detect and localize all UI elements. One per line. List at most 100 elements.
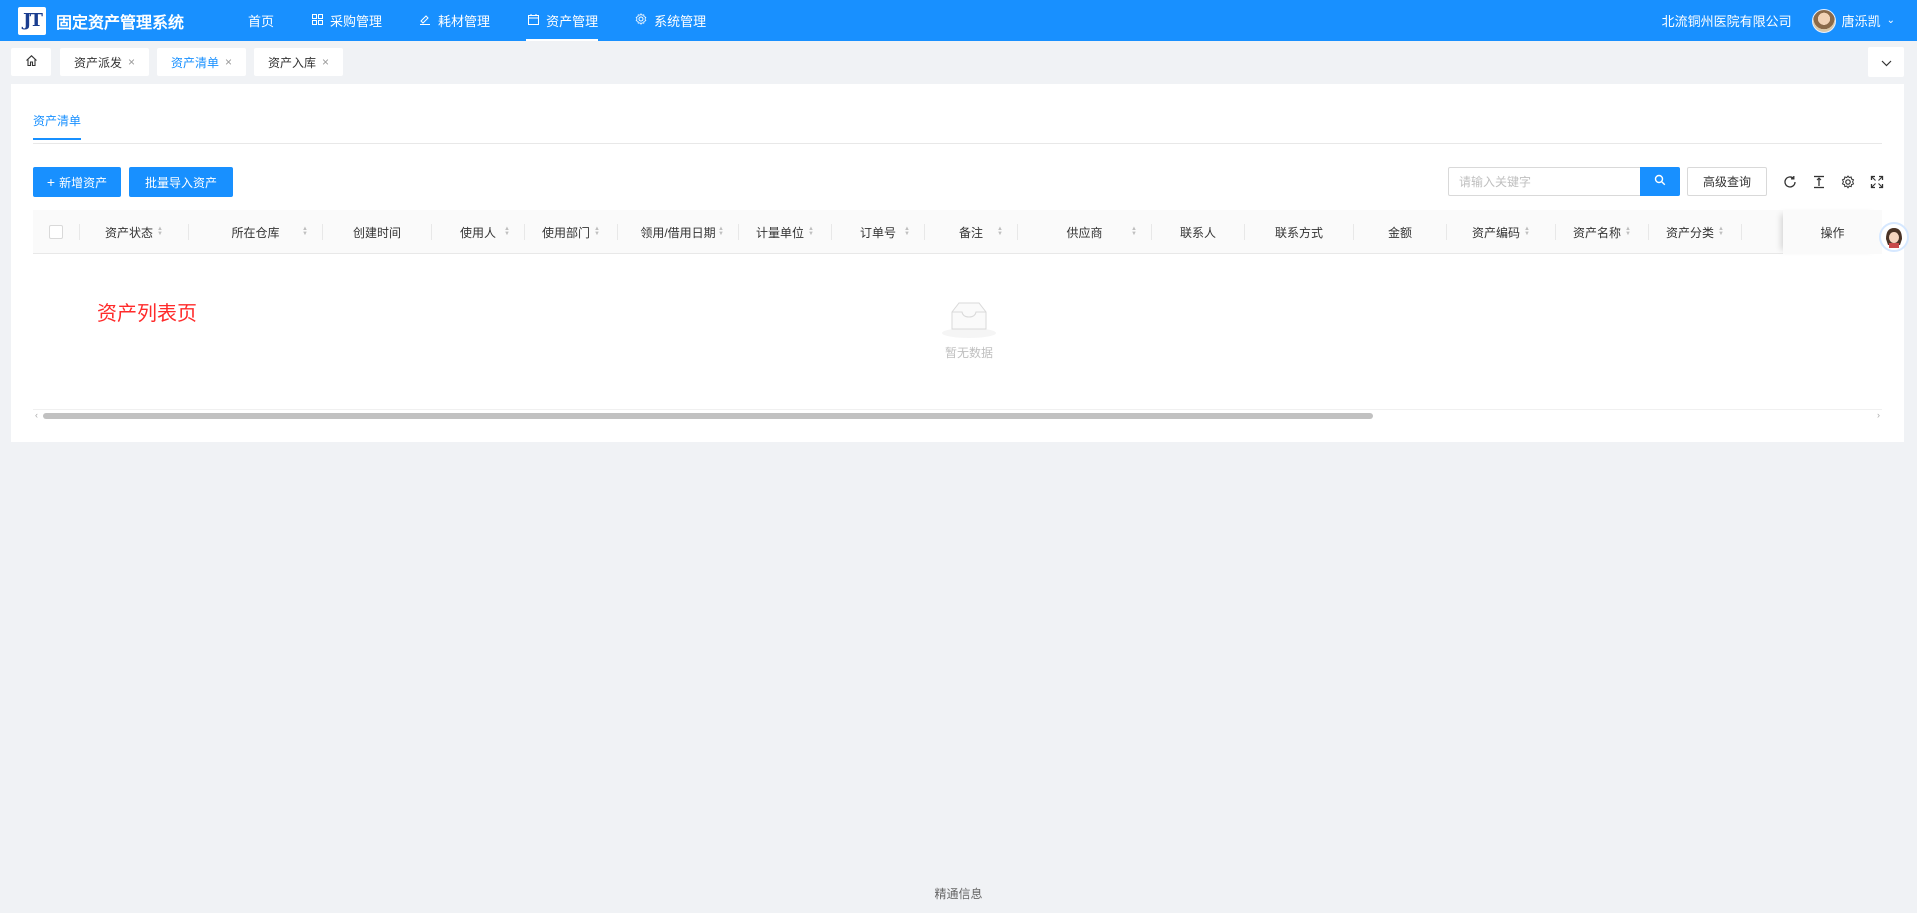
column-header-label: 操作: [1820, 225, 1845, 240]
add-asset-label: 新增资产: [59, 175, 108, 190]
close-icon[interactable]: ×: [225, 55, 232, 69]
gear-icon: [634, 13, 648, 28]
avatar[interactable]: [1811, 8, 1836, 33]
refresh-icon[interactable]: [1782, 174, 1798, 190]
column-header[interactable]: 资产名称 ▲ ▼: [1556, 210, 1648, 254]
column-header-label: 供应商: [1066, 225, 1103, 240]
nav-item-label: 资产管理: [546, 14, 599, 29]
sort-icon[interactable]: ▲ ▼: [1718, 226, 1724, 237]
user-name[interactable]: 唐泺凯: [1842, 11, 1881, 30]
table-header: 资产状态 ▲ ▼ 所在仓库 ▲ ▼ 创建时间 使用人 ▲ ▼ 使用部门 ▲ ▼ 领用/借…: [33, 210, 1882, 254]
page-label: 资产列表页: [97, 303, 197, 325]
tab-dropdown-button[interactable]: [1868, 47, 1904, 77]
footer-text: 精通信息: [934, 887, 983, 901]
scrollbar-thumb[interactable]: [43, 413, 1373, 419]
column-height-icon[interactable]: [1811, 174, 1827, 190]
grid-icon: [310, 13, 324, 28]
nav-item-consumables[interactable]: 耗材管理: [400, 0, 508, 41]
tab-home[interactable]: [11, 48, 51, 76]
nav-item-home[interactable]: 首页: [230, 0, 292, 41]
column-header[interactable]: 使用部门 ▲ ▼: [525, 210, 617, 254]
column-header[interactable]: 联系人: [1152, 210, 1244, 254]
advanced-search-label: 高级查询: [1702, 175, 1751, 189]
tab-asset-list[interactable]: 资产清单 ×: [157, 48, 247, 76]
nav-item-system[interactable]: 系统管理: [616, 0, 724, 41]
nav-item-label: 耗材管理: [438, 14, 491, 29]
column-header[interactable]: 资产分类 ▲ ▼: [1649, 210, 1741, 254]
sort-icon[interactable]: ▲ ▼: [594, 226, 600, 237]
sort-icon[interactable]: ▲ ▼: [1131, 226, 1137, 237]
column-header-label: 联系人: [1179, 225, 1216, 240]
search-icon: [1654, 174, 1666, 189]
column-header[interactable]: 使用人 ▲ ▼: [432, 210, 524, 254]
sort-icon[interactable]: ▲ ▼: [157, 226, 163, 237]
sort-icon[interactable]: ▲ ▼: [808, 226, 814, 237]
column-header[interactable]: 备注 ▲ ▼: [925, 210, 1017, 254]
column-header[interactable]: 所在仓库 ▲ ▼: [189, 210, 322, 254]
sort-icon[interactable]: ▲ ▼: [718, 226, 724, 237]
close-icon[interactable]: ×: [322, 55, 329, 69]
logo: JT 固定资产管理系统: [18, 6, 185, 35]
operation-column-header: 操作: [1783, 210, 1882, 254]
advanced-search-button[interactable]: 高级查询: [1687, 167, 1767, 196]
close-icon[interactable]: ×: [128, 55, 135, 69]
batch-import-label: 批量导入资产: [144, 175, 217, 190]
scroll-right-icon[interactable]: ›: [1877, 410, 1880, 420]
select-all-cell: [33, 210, 79, 254]
logo-icon: JT: [18, 6, 46, 35]
sort-icon[interactable]: ▲ ▼: [997, 226, 1003, 237]
calendar-icon: [526, 13, 540, 28]
select-all-checkbox[interactable]: [49, 225, 63, 239]
column-header[interactable]: 创建时间: [323, 210, 431, 254]
column-header-label: 计量单位: [756, 225, 805, 240]
column-header[interactable]: 领用/借用日期 ▲ ▼: [618, 210, 738, 254]
empty-inbox-icon: [929, 299, 1009, 342]
assistant-avatar[interactable]: [1879, 222, 1909, 252]
column-header[interactable]: 资产状态 ▲ ▼: [80, 210, 188, 254]
sort-icon[interactable]: ▲ ▼: [1625, 226, 1631, 237]
column-header-label: 金额: [1387, 225, 1412, 240]
search-button[interactable]: [1640, 167, 1680, 196]
column-header-label: 备注: [958, 225, 983, 240]
sort-icon[interactable]: ▲ ▼: [302, 226, 308, 237]
tab-label: 资产入库: [268, 55, 317, 70]
company-name: 北流铜州医院有限公司: [1661, 14, 1792, 29]
column-header[interactable]: 联系方式: [1245, 210, 1353, 254]
column-header-label: 使用人: [459, 225, 496, 240]
nav-item-label: 系统管理: [654, 14, 707, 29]
chevron-down-icon[interactable]: ⌄: [1887, 15, 1895, 26]
column-header-label: 资产分类: [1666, 225, 1715, 240]
column-divider: [1741, 224, 1742, 240]
column-header[interactable]: 计量单位 ▲ ▼: [739, 210, 831, 254]
nav-item-label: 首页: [248, 14, 275, 29]
scroll-left-icon[interactable]: ‹: [35, 410, 38, 420]
column-header[interactable]: 订单号 ▲ ▼: [832, 210, 924, 254]
search-input[interactable]: 请输入关键字: [1448, 167, 1641, 196]
add-asset-button[interactable]: + 新增资产: [33, 167, 121, 197]
nav-item-label: 采购管理: [330, 14, 383, 29]
subtab-asset-list[interactable]: 资产清单: [33, 112, 82, 140]
chevron-down-icon: [1881, 55, 1892, 70]
user-area: 北流铜州医院有限公司 唐泺凯 ⌄: [1661, 8, 1895, 33]
edit-icon: [418, 13, 432, 28]
column-header-label: 使用部门: [542, 225, 591, 240]
sort-icon[interactable]: ▲ ▼: [504, 226, 510, 237]
column-header[interactable]: 供应商 ▲ ▼: [1018, 210, 1151, 254]
column-header[interactable]: 金额: [1354, 210, 1446, 254]
top-navbar: JT 固定资产管理系统 首页 采购管理 耗材管理 资产管理 系统管理 北流铜州医…: [0, 0, 1917, 41]
column-header[interactable]: 资产编码 ▲ ▼: [1447, 210, 1555, 254]
tab-asset-inbound[interactable]: 资产入库 ×: [254, 48, 344, 76]
nav-item-purchase[interactable]: 采购管理: [292, 0, 400, 41]
app-title: 固定资产管理系统: [56, 14, 185, 32]
column-header-label: 创建时间: [352, 225, 401, 240]
batch-import-button[interactable]: 批量导入资产: [129, 167, 233, 197]
settings-icon[interactable]: [1840, 174, 1856, 190]
empty-state: 暂无数据: [929, 299, 1009, 361]
nav-item-assets[interactable]: 资产管理: [508, 0, 616, 41]
sort-icon[interactable]: ▲ ▼: [1524, 226, 1530, 237]
tab-asset-dispatch[interactable]: 资产派发 ×: [60, 48, 150, 76]
horizontal-scrollbar[interactable]: ‹ ›: [33, 409, 1882, 421]
sort-icon[interactable]: ▲ ▼: [904, 226, 910, 237]
tab-label: 资产派发: [74, 55, 123, 70]
fullscreen-icon[interactable]: [1869, 174, 1885, 190]
